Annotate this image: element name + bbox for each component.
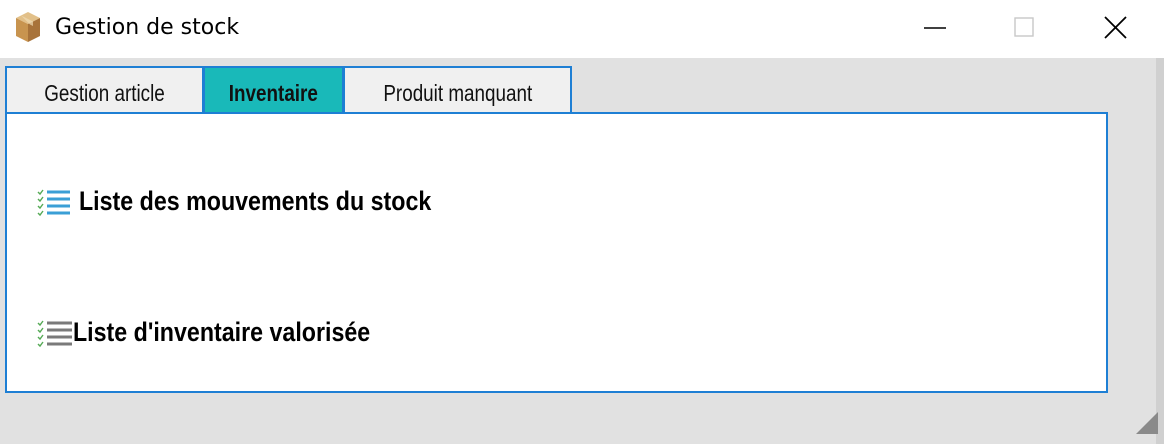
window-edge: [1156, 58, 1164, 444]
link-label: Liste d'inventaire valorisée: [73, 317, 371, 347]
minimize-button[interactable]: [890, 0, 982, 56]
link-liste-mouvements-stock[interactable]: Liste des mouvements du stock: [37, 186, 489, 218]
tab-gestion-article[interactable]: Gestion article: [5, 66, 204, 112]
link-label: Liste des mouvements du stock: [79, 186, 432, 216]
tab-label: Gestion article: [44, 80, 165, 106]
window-title: Gestion de stock: [55, 15, 240, 40]
tab-content-panel: Liste des mouvements du stock Liste d'in…: [5, 112, 1108, 393]
tab-label: Produit manquant: [383, 80, 532, 106]
checklist-icon: [37, 320, 72, 347]
link-liste-inventaire-valorisee[interactable]: Liste d'inventaire valorisée: [37, 317, 419, 349]
close-icon: [1104, 16, 1127, 39]
app-window: Gestion de stock Gestion article Inventa…: [0, 0, 1164, 444]
resize-grip-icon[interactable]: [1136, 412, 1158, 434]
checklist-icon: [37, 189, 70, 216]
tab-produit-manquant[interactable]: Produit manquant: [343, 66, 572, 112]
title-bar[interactable]: Gestion de stock: [0, 0, 1164, 58]
maximize-button[interactable]: [978, 0, 1070, 56]
tab-inventaire[interactable]: Inventaire: [203, 66, 344, 114]
package-box-icon: [16, 12, 40, 42]
tab-label: Inventaire: [228, 80, 319, 106]
close-button[interactable]: [1070, 0, 1162, 56]
maximize-icon: [1014, 17, 1034, 37]
minimize-icon: [924, 27, 946, 29]
